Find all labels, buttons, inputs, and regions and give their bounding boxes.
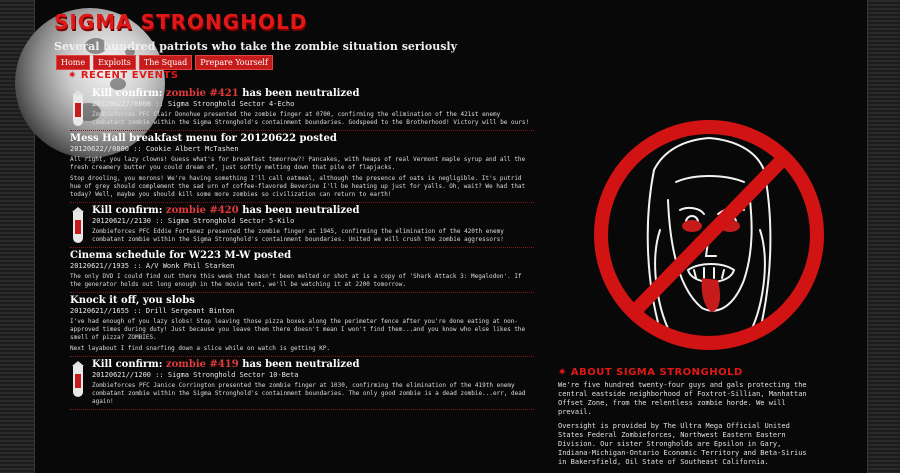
event-meta: 20120621//1200 :: Sigma Stronghold Secto… — [92, 371, 299, 379]
about-paragraph: Oversight is provided by The Ultra Mega … — [558, 422, 807, 466]
event-title[interactable]: Mess Hall breakfast menu for 20120622 po… — [70, 133, 534, 145]
main-nav: Home Exploits The Squad Prepare Yourself — [56, 55, 273, 70]
event-meta: 20120622//0800 :: Sigma Stronghold Secto… — [92, 100, 295, 108]
nav-prepare-yourself[interactable]: Prepare Yourself — [195, 55, 273, 70]
kill-event: Kill confirm: zombie #421 has been neutr… — [70, 86, 534, 131]
event-body: Stop drooling, you morons! We're having … — [70, 175, 526, 198]
event-title-suffix: has been neutralized — [238, 88, 360, 99]
event-meta: 20120621//1935 :: A/V Wonk Phil Starken — [70, 262, 235, 270]
event-body: The only DVD I could find out there this… — [70, 273, 522, 288]
post-event: Knock it off, you slobs 20120621//1655 ::… — [70, 293, 534, 357]
bomb-icon — [72, 90, 84, 130]
about-paragraph: We're five hundred twenty-four guys and … — [558, 381, 807, 416]
zombie-link[interactable]: zombie #421 — [166, 88, 239, 99]
bomb-icon — [72, 361, 84, 401]
event-body: Zombieforces PFC Janice Corrington prese… — [92, 382, 526, 405]
right-border-stripe — [866, 0, 900, 473]
recent-events-heading: ✷ Recent Events — [68, 70, 179, 81]
event-body: Next layabout I find snarfing down a sli… — [70, 345, 331, 352]
zombie-link[interactable]: zombie #420 — [166, 205, 239, 216]
post-event: Cinema schedule for W223 M-W posted 20120… — [70, 248, 534, 293]
event-body: Zombieforces PFC Eddie Fortenez presente… — [92, 228, 504, 243]
event-meta: 20120621//1655 :: Drill Sergeant Binton — [70, 307, 235, 315]
nav-exploits[interactable]: Exploits — [93, 55, 136, 70]
zombie-link[interactable]: zombie #419 — [166, 359, 239, 370]
event-title-prefix: Kill confirm: — [92, 88, 166, 99]
event-body: Zombieforces PFC Clair Donohue presented… — [92, 111, 530, 126]
about-section: We're five hundred twenty-four guys and … — [558, 381, 816, 472]
site-title[interactable]: Sigma Stronghold — [54, 10, 307, 34]
event-meta: 20120621//2130 :: Sigma Stronghold Secto… — [92, 217, 295, 225]
bomb-icon — [72, 207, 84, 247]
nav-the-squad[interactable]: The Squad — [138, 55, 193, 70]
event-title: Kill confirm: zombie #420 has been neutr… — [92, 205, 534, 217]
recent-events-list: Kill confirm: zombie #421 has been neutr… — [70, 86, 534, 410]
event-title-prefix: Kill confirm: — [92, 205, 166, 216]
event-title-suffix: has been neutralized — [238, 359, 360, 370]
kill-event: Kill confirm: zombie #419 has been neutr… — [70, 357, 534, 410]
nav-home[interactable]: Home — [56, 55, 91, 70]
kill-event: Kill confirm: zombie #420 has been neutr… — [70, 203, 534, 248]
event-body: I've had enough of you lazy slobs! Stop … — [70, 318, 526, 341]
event-title-suffix: has been neutralized — [238, 205, 360, 216]
no-zombie-sign-icon — [594, 120, 824, 350]
event-title[interactable]: Knock it off, you slobs — [70, 295, 534, 307]
event-meta: 20120622//0800 :: Cookie Albert McTashen — [70, 145, 239, 153]
site-tagline: Several hundred patriots who take the zo… — [54, 40, 457, 53]
event-title: Kill confirm: zombie #421 has been neutr… — [92, 88, 534, 100]
post-event: Mess Hall breakfast menu for 20120622 po… — [70, 131, 534, 203]
event-title: Kill confirm: zombie #419 has been neutr… — [92, 359, 534, 371]
event-title[interactable]: Cinema schedule for W223 M-W posted — [70, 250, 534, 262]
about-heading: ✷ About Sigma Stronghold — [558, 367, 743, 378]
event-title-prefix: Kill confirm: — [92, 359, 166, 370]
event-body: All right, you lazy clowns! Guess what's… — [70, 156, 526, 171]
